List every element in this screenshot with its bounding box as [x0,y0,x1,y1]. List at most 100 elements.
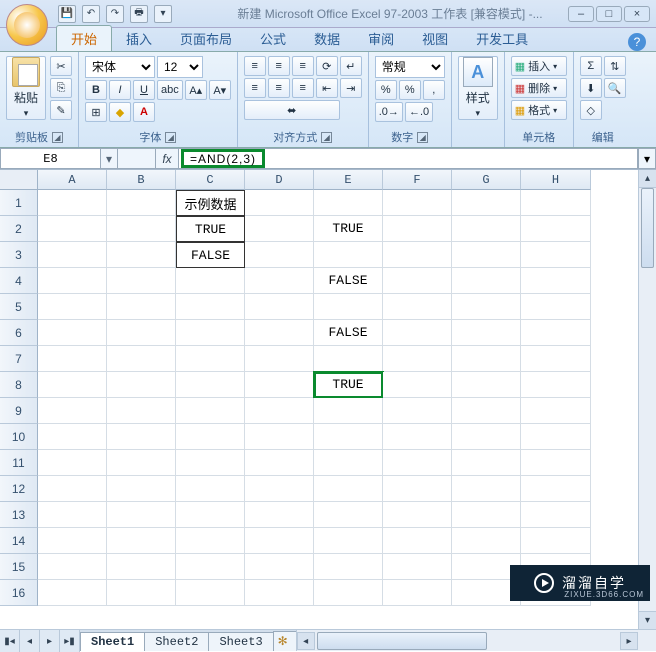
cell-E6[interactable]: FALSE [314,320,383,346]
sheet-nav-prev[interactable]: ◂ [20,630,40,652]
column-header-G[interactable]: G [452,170,521,190]
formula-bar-expand[interactable]: ▾ [638,148,656,169]
cell-B3[interactable] [107,242,176,268]
cell-F8[interactable] [383,372,452,398]
cell-C2[interactable]: TRUE [176,216,245,242]
new-sheet-button[interactable]: ✻ [273,631,297,651]
cut-button[interactable]: ✂ [50,56,72,76]
cell-C3[interactable]: FALSE [176,242,245,268]
align-left-button[interactable]: ≡ [244,78,266,98]
cell-G3[interactable] [452,242,521,268]
cell-A12[interactable] [38,476,107,502]
cell-styles-button[interactable]: A 样式 ▾ [458,56,498,120]
office-button[interactable] [6,4,48,46]
cell-C8[interactable] [176,372,245,398]
qat-customize[interactable]: ▾ [154,5,172,23]
row-header-14[interactable]: 14 [0,528,38,554]
tab-formulas[interactable]: 公式 [246,26,300,51]
hscroll-thumb[interactable] [317,632,487,650]
row-header-13[interactable]: 13 [0,502,38,528]
shrink-font-button[interactable]: A▾ [209,80,231,100]
cell-E5[interactable] [314,294,383,320]
wrap-text-button[interactable]: ↵ [340,56,362,76]
cell-D15[interactable] [245,554,314,580]
cell-D12[interactable] [245,476,314,502]
cell-B10[interactable] [107,424,176,450]
column-header-F[interactable]: F [383,170,452,190]
row-header-4[interactable]: 4 [0,268,38,294]
row-header-6[interactable]: 6 [0,320,38,346]
cell-G12[interactable] [452,476,521,502]
cell-B12[interactable] [107,476,176,502]
cell-B7[interactable] [107,346,176,372]
column-header-B[interactable]: B [107,170,176,190]
cell-A5[interactable] [38,294,107,320]
cell-A4[interactable] [38,268,107,294]
cell-H3[interactable] [521,242,591,268]
select-all-corner[interactable] [0,170,38,190]
cell-C15[interactable] [176,554,245,580]
cell-D3[interactable] [245,242,314,268]
cell-F2[interactable] [383,216,452,242]
qat-redo[interactable]: ↷ [106,5,124,23]
cell-B2[interactable] [107,216,176,242]
underline-button[interactable]: U [133,80,155,100]
cell-F11[interactable] [383,450,452,476]
currency-button[interactable]: % [375,80,397,100]
cell-B1[interactable] [107,190,176,216]
font-name-select[interactable]: 宋体 [85,56,155,78]
cell-A11[interactable] [38,450,107,476]
format-cells-button[interactable]: ▦格式▾ [511,100,567,120]
font-color-button[interactable]: A [133,102,155,122]
increase-decimal-button[interactable]: .0→ [375,102,403,122]
number-format-select[interactable]: 常规 [375,56,445,78]
cell-E16[interactable] [314,580,383,606]
qat-quickprint[interactable]: 🖶 [130,5,148,23]
vscroll-thumb[interactable] [641,188,654,268]
align-bottom-button[interactable]: ≡ [292,56,314,76]
cell-C16[interactable] [176,580,245,606]
align-top-button[interactable]: ≡ [244,56,266,76]
align-center-button[interactable]: ≡ [268,78,290,98]
cell-A3[interactable] [38,242,107,268]
font-size-select[interactable]: 12 [157,56,203,78]
tab-review[interactable]: 审阅 [354,26,408,51]
cell-G14[interactable] [452,528,521,554]
insert-cells-button[interactable]: ▦插入▾ [511,56,567,76]
cell-F16[interactable] [383,580,452,606]
cell-H6[interactable] [521,320,591,346]
tab-data[interactable]: 数据 [300,26,354,51]
tab-view[interactable]: 视图 [408,26,462,51]
row-header-3[interactable]: 3 [0,242,38,268]
cell-D8[interactable] [245,372,314,398]
cell-F9[interactable] [383,398,452,424]
row-header-16[interactable]: 16 [0,580,38,606]
scroll-down-button[interactable]: ▾ [639,611,656,629]
cell-B5[interactable] [107,294,176,320]
row-header-1[interactable]: 1 [0,190,38,216]
sheet-nav-next[interactable]: ▸ [40,630,60,652]
cell-A14[interactable] [38,528,107,554]
help-button[interactable]: ? [628,33,646,51]
cell-G10[interactable] [452,424,521,450]
fill-button[interactable]: ⬇ [580,78,602,98]
name-box-dropdown[interactable]: ▾ [100,148,118,169]
cell-F1[interactable] [383,190,452,216]
row-header-8[interactable]: 8 [0,372,38,398]
scroll-up-button[interactable]: ▴ [639,170,656,188]
cell-C7[interactable] [176,346,245,372]
cell-H2[interactable] [521,216,591,242]
merge-center-button[interactable]: ⬌ [244,100,340,120]
cell-H4[interactable] [521,268,591,294]
cell-G8[interactable] [452,372,521,398]
percent-button[interactable]: % [399,80,421,100]
cell-F13[interactable] [383,502,452,528]
cell-F5[interactable] [383,294,452,320]
row-header-11[interactable]: 11 [0,450,38,476]
cell-D13[interactable] [245,502,314,528]
sheet-tab-2[interactable]: Sheet2 [144,632,209,651]
cell-D14[interactable] [245,528,314,554]
cell-B8[interactable] [107,372,176,398]
cell-A16[interactable] [38,580,107,606]
row-header-15[interactable]: 15 [0,554,38,580]
